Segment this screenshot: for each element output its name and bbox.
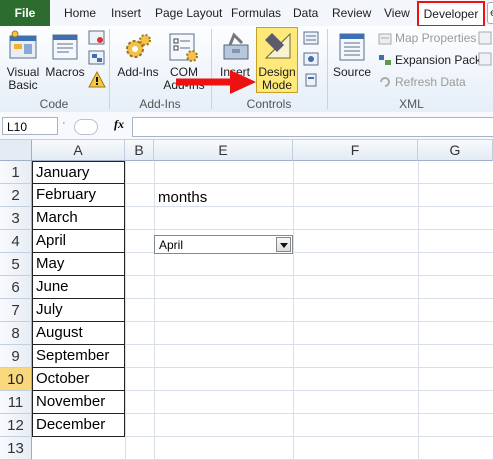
add-ins-label: Add-Ins <box>117 65 159 79</box>
column-header-a[interactable]: A <box>32 140 125 161</box>
group-code-label: Code <box>39 97 69 111</box>
toolbox-icon <box>223 32 249 60</box>
source-button[interactable] <box>337 31 367 63</box>
column-header-f[interactable]: F <box>293 140 418 161</box>
macro-security-icon[interactable] <box>88 70 106 89</box>
month-cell[interactable]: June <box>32 276 125 299</box>
row-header[interactable]: 9 <box>0 345 32 368</box>
formula-bar-expand-icon[interactable] <box>74 119 98 135</box>
month-cell[interactable]: August <box>32 322 125 345</box>
column-header-b[interactable]: B <box>125 140 154 161</box>
month-cell[interactable]: January <box>32 161 125 184</box>
source-label: Source <box>332 65 372 79</box>
expansion-packs-button[interactable]: Expansion Packs <box>395 53 487 67</box>
visual-basic-label-2: Basic <box>8 78 38 92</box>
map-properties-button[interactable]: Map Properties <box>395 31 476 45</box>
row-header[interactable]: 13 <box>0 437 32 460</box>
expansion-packs-icon <box>378 53 392 65</box>
visual-basic-icon <box>9 30 37 59</box>
row-header[interactable]: 11 <box>0 391 32 414</box>
relative-references-icon[interactable] <box>88 50 106 66</box>
import-icon[interactable] <box>478 31 492 45</box>
tab-overflow[interactable]: ꞓ <box>487 2 493 24</box>
tab-view[interactable]: View <box>384 0 410 26</box>
macros-button[interactable] <box>50 30 80 62</box>
tab-review[interactable]: Review <box>332 0 371 26</box>
column-header-g[interactable]: G <box>418 140 493 161</box>
annotation-arrow-icon <box>172 62 260 96</box>
gears-icon <box>126 34 151 58</box>
group-separator <box>327 29 328 109</box>
design-mode-icon <box>262 30 292 62</box>
row-header[interactable]: 7 <box>0 299 32 322</box>
formula-input[interactable] <box>132 117 493 137</box>
export-icon[interactable] <box>478 52 492 66</box>
tab-page-layout[interactable]: Page Layout <box>155 0 222 26</box>
run-dialog-icon[interactable] <box>303 73 319 87</box>
month-cell[interactable]: September <box>32 345 125 368</box>
tab-file[interactable]: File <box>0 0 50 26</box>
com-add-ins-icon <box>169 33 198 62</box>
row-header[interactable]: 2 <box>0 184 32 207</box>
visual-basic-button[interactable] <box>6 30 40 62</box>
row-header[interactable]: 10 <box>0 368 32 391</box>
month-cell[interactable]: November <box>32 391 125 414</box>
month-cell[interactable]: April <box>32 230 125 253</box>
name-box[interactable]: L10 <box>2 117 58 135</box>
tab-data[interactable]: Data <box>293 0 318 26</box>
xml-source-icon <box>339 33 365 61</box>
tab-developer[interactable]: Developer <box>417 1 485 27</box>
group-add-ins-label: Add-Ins <box>139 97 181 111</box>
month-cell[interactable]: May <box>32 253 125 276</box>
row-header[interactable]: 6 <box>0 276 32 299</box>
macros-label: Macros <box>45 65 85 79</box>
macros-icon <box>52 34 78 60</box>
group-xml-label: XML <box>399 97 424 111</box>
month-cell[interactable]: December <box>32 414 125 437</box>
months-label-cell[interactable]: months <box>158 186 207 209</box>
design-mode-label-2: Mode <box>261 78 293 92</box>
tab-formulas[interactable]: Formulas <box>231 0 281 26</box>
insert-function-icon[interactable]: fx <box>114 117 124 132</box>
months-combo-box[interactable]: April <box>154 235 293 254</box>
row-header[interactable]: 12 <box>0 414 32 437</box>
view-code-icon[interactable] <box>303 52 319 66</box>
month-cell[interactable]: October <box>32 368 125 391</box>
properties-icon[interactable] <box>303 31 319 45</box>
month-cell[interactable]: February <box>32 184 125 207</box>
chevron-down-icon[interactable] <box>276 237 291 252</box>
combo-selected-value: April <box>159 238 184 252</box>
row-header[interactable]: 5 <box>0 253 32 276</box>
add-ins-button[interactable] <box>123 31 153 63</box>
column-header-e[interactable]: E <box>154 140 293 161</box>
row-header[interactable]: 1 <box>0 161 32 184</box>
record-macro-icon[interactable] <box>88 30 106 46</box>
insert-control-button[interactable] <box>220 31 252 63</box>
group-controls-label: Controls <box>246 97 292 111</box>
row-header[interactable]: 3 <box>0 207 32 230</box>
row-header[interactable]: 4 <box>0 230 32 253</box>
refresh-data-icon <box>378 75 392 87</box>
row-header[interactable]: 8 <box>0 322 32 345</box>
month-cell[interactable]: March <box>32 207 125 230</box>
name-box-dropdown-icon[interactable]: · <box>62 117 66 129</box>
map-properties-icon <box>378 32 392 45</box>
select-all-corner[interactable] <box>0 140 32 161</box>
month-cell[interactable]: July <box>32 299 125 322</box>
refresh-data-button[interactable]: Refresh Data <box>395 75 466 89</box>
com-add-ins-button[interactable] <box>167 31 201 63</box>
tab-insert[interactable]: Insert <box>111 0 141 26</box>
tab-home[interactable]: Home <box>64 0 96 26</box>
